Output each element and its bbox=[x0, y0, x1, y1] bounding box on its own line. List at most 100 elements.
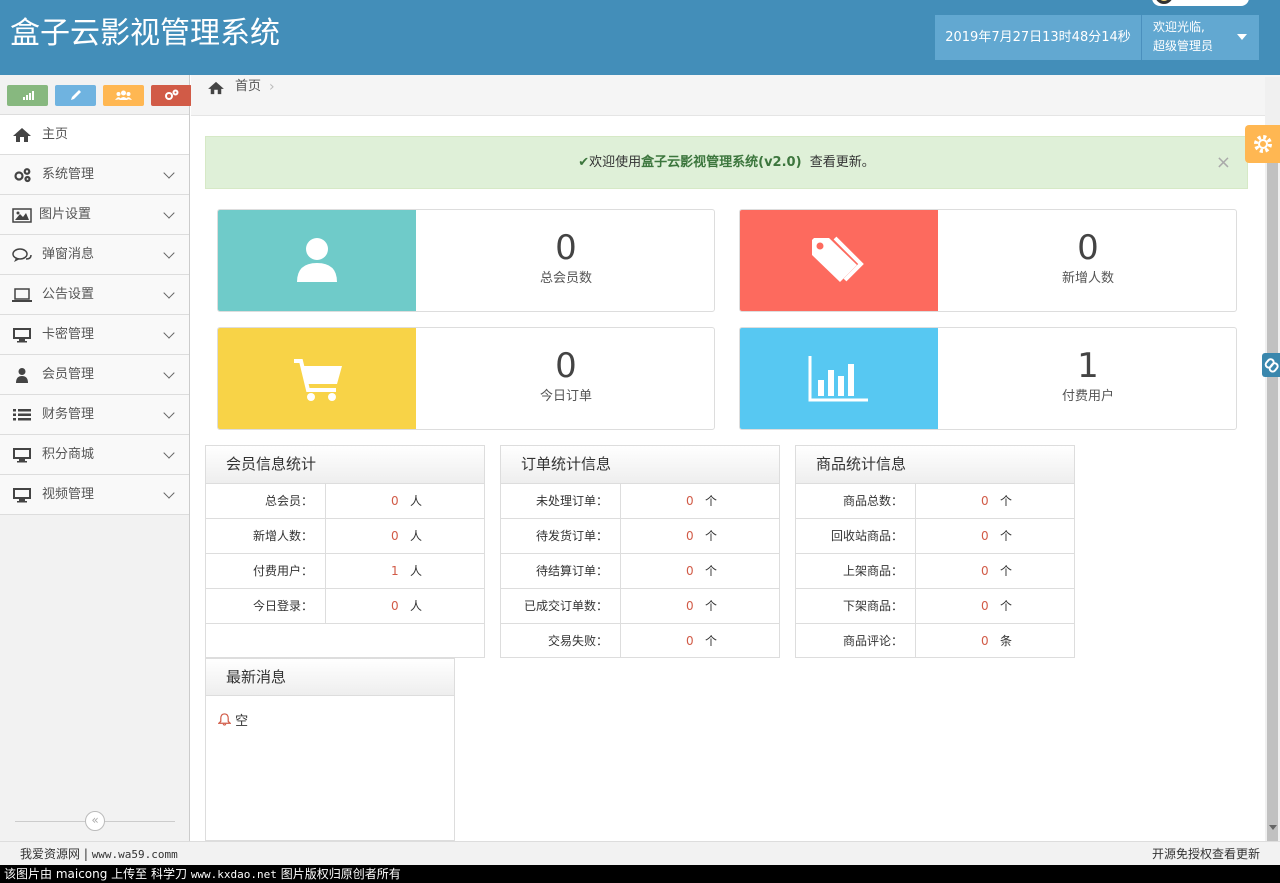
chevron-down-icon bbox=[163, 327, 175, 339]
sidebar-item-label: 公告设置 bbox=[42, 287, 95, 302]
stat-card-new-members[interactable]: 0 新增人数 bbox=[739, 209, 1237, 312]
top-navbar: 盒子云影视管理系统 2019年7月27日13时48分14秒 欢迎光临, 超级管理… bbox=[0, 0, 1280, 75]
desktop-icon bbox=[13, 448, 31, 463]
sidebar-item-label: 系统管理 bbox=[42, 167, 95, 182]
avatar-face-icon bbox=[1155, 0, 1173, 4]
sidebar-item-points-mall[interactable]: 积分商城 bbox=[0, 435, 189, 475]
row-value: 0 bbox=[686, 494, 694, 508]
row-value: 0 bbox=[391, 599, 399, 613]
product-stats-panel: 商品统计信息 商品总数： 0 个 回收站商品： 0 个 上架商品： 0 个 下架商品： 0 个 … bbox=[795, 445, 1075, 658]
tags-icon bbox=[812, 236, 864, 282]
sidebar-item-system[interactable]: 系统管理 bbox=[0, 155, 189, 195]
link-tab-button[interactable] bbox=[1262, 353, 1280, 377]
latest-news-panel: 最新消息 空 bbox=[205, 658, 455, 841]
stat-card-band bbox=[218, 328, 416, 429]
sidebar-item-finance[interactable]: 财务管理 bbox=[0, 395, 189, 435]
desktop-icon bbox=[13, 328, 31, 343]
breadcrumb: 首页 › bbox=[191, 75, 1280, 116]
row-value: 0 bbox=[981, 634, 989, 648]
user-menu-toggle[interactable]: 欢迎光临, 超级管理员 bbox=[1141, 15, 1259, 60]
sidebar-item-popup-messages[interactable]: 弹窗消息 bbox=[0, 235, 189, 275]
page-footer: 我爱资源网 | www.wa59.comm 开源免授权查看更新 bbox=[0, 841, 1280, 865]
stat-card-paid-users[interactable]: 1 付费用户 bbox=[739, 327, 1237, 430]
row-unit: 个 bbox=[705, 634, 718, 648]
panel-title: 会员信息统计 bbox=[206, 446, 484, 484]
alert-system-name: 盒子云影视管理系统(v2.0) bbox=[641, 155, 802, 170]
table-row: 商品评论： 0 条 bbox=[796, 624, 1074, 659]
news-empty-text: 空 bbox=[235, 714, 249, 729]
breadcrumb-separator: › bbox=[269, 79, 275, 95]
row-unit: 人 bbox=[410, 494, 423, 508]
avatar[interactable] bbox=[1152, 0, 1249, 6]
sidebar-collapse-button[interactable]: « bbox=[85, 811, 105, 831]
page-scrollbar[interactable] bbox=[1265, 77, 1280, 877]
table-row: 回收站商品： 0 个 bbox=[796, 519, 1074, 554]
row-unit: 个 bbox=[1000, 529, 1013, 543]
breadcrumb-home-link[interactable]: 首页 bbox=[235, 75, 261, 99]
header-right: 2019年7月27日13时48分14秒 欢迎光临, 超级管理员 bbox=[935, 15, 1259, 60]
scrollbar-thumb[interactable] bbox=[1267, 137, 1278, 877]
check-icon: ✔ bbox=[578, 155, 590, 170]
cogs-icon bbox=[165, 89, 179, 100]
bell-icon bbox=[217, 713, 232, 726]
sidebar-item-members[interactable]: 会员管理 bbox=[0, 355, 189, 395]
alert-suffix[interactable]: 查看更新。 bbox=[810, 155, 875, 170]
row-value: 0 bbox=[981, 564, 989, 578]
bar-chart-icon bbox=[808, 356, 868, 402]
caret-down-icon bbox=[1237, 34, 1247, 40]
user-icon bbox=[297, 238, 337, 282]
close-icon[interactable]: × bbox=[1216, 137, 1231, 188]
row-value: 0 bbox=[981, 599, 989, 613]
stat-card-today-orders[interactable]: 0 今日订单 bbox=[217, 327, 715, 430]
comments-icon bbox=[12, 248, 32, 262]
chevron-down-icon bbox=[163, 447, 175, 459]
shortcut-signal-button[interactable] bbox=[7, 85, 48, 106]
row-value: 0 bbox=[981, 529, 989, 543]
stat-card-total-members[interactable]: 0 总会员数 bbox=[217, 209, 715, 312]
shortcut-users-button[interactable] bbox=[103, 85, 144, 106]
stat-card-band bbox=[740, 210, 938, 311]
chevron-down-icon bbox=[163, 207, 175, 219]
stat-label: 付费用户 bbox=[1061, 389, 1114, 404]
sidebar-item-videos[interactable]: 视频管理 bbox=[0, 475, 189, 515]
sidebar-item-label: 会员管理 bbox=[42, 367, 95, 382]
footer-update-link[interactable]: 开源免授权查看更新 bbox=[1152, 842, 1260, 866]
table-row: 已成交订单数： 0 个 bbox=[501, 589, 779, 624]
sidebar-shortcuts bbox=[0, 75, 192, 115]
sidebar-item-announcements[interactable]: 公告设置 bbox=[0, 275, 189, 315]
sidebar-item-card-keys[interactable]: 卡密管理 bbox=[0, 315, 189, 355]
sidebar-item-home[interactable]: 主页 bbox=[0, 115, 189, 155]
row-unit: 个 bbox=[1000, 494, 1013, 508]
footer-site-link[interactable]: www.wa59.comm bbox=[92, 848, 178, 861]
chevron-down-icon bbox=[163, 247, 175, 259]
sidebar-item-images[interactable]: 图片设置 bbox=[0, 195, 189, 235]
sidebar: 主页 系统管理 图片设置 弹窗消息 公告设置 卡密管理 会员管理 财务管理 积分… bbox=[0, 75, 192, 841]
row-unit: 个 bbox=[705, 564, 718, 578]
app-title[interactable]: 盒子云影视管理系统 bbox=[10, 14, 280, 54]
table-row: 待结算订单： 0 个 bbox=[501, 554, 779, 589]
scroll-down-icon[interactable] bbox=[1269, 825, 1277, 830]
row-value: 0 bbox=[686, 564, 694, 578]
row-value: 0 bbox=[686, 599, 694, 613]
stat-card-band bbox=[218, 210, 416, 311]
row-label: 商品评论： bbox=[796, 624, 916, 658]
home-icon bbox=[13, 128, 31, 142]
sidebar-item-label: 卡密管理 bbox=[42, 327, 95, 342]
list-icon bbox=[13, 409, 31, 421]
watermark-text-1: 该图片由 maicong 上传至 科学刀 bbox=[4, 867, 187, 881]
alert-prefix: 欢迎使用 bbox=[589, 155, 642, 170]
settings-toggle-button[interactable] bbox=[1245, 125, 1280, 163]
home-icon[interactable] bbox=[207, 81, 225, 95]
footer-site-name: 我爱资源网 | bbox=[20, 847, 88, 861]
row-unit: 条 bbox=[1000, 634, 1013, 648]
chevron-down-icon bbox=[163, 487, 175, 499]
shortcut-pencil-button[interactable] bbox=[55, 85, 96, 106]
table-row: 总会员： 0 人 bbox=[206, 484, 484, 519]
pencil-icon bbox=[71, 90, 81, 100]
row-unit: 个 bbox=[705, 599, 718, 613]
table-row: 下架商品： 0 个 bbox=[796, 589, 1074, 624]
shortcut-cogs-button[interactable] bbox=[151, 85, 192, 106]
table-row: 付费用户： 1 人 bbox=[206, 554, 484, 589]
row-label: 交易失败： bbox=[501, 624, 621, 658]
table-row: 新增人数： 0 人 bbox=[206, 519, 484, 554]
